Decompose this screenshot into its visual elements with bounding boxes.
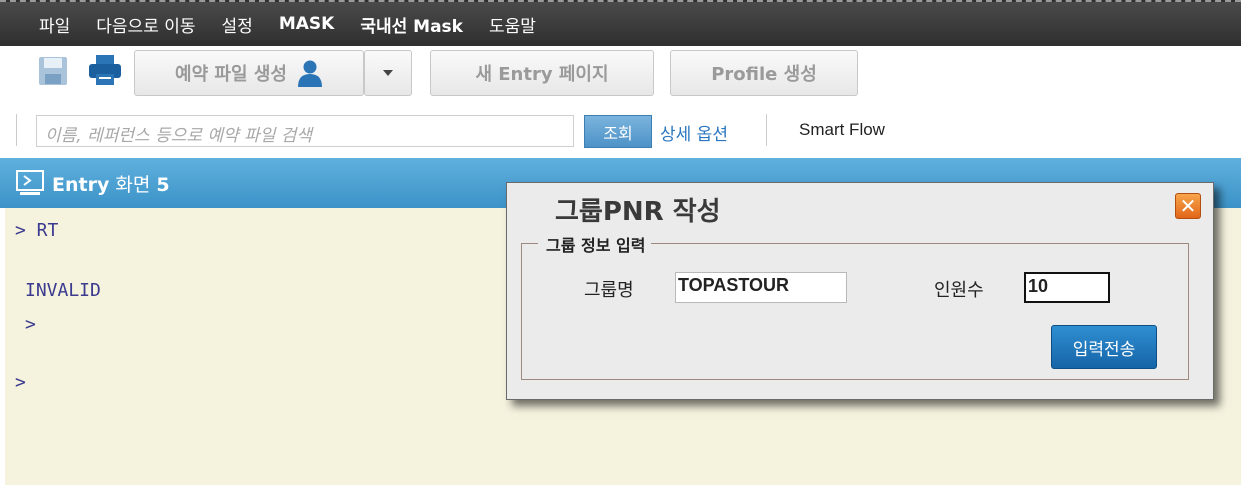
reservation-dropdown-button[interactable] — [364, 50, 412, 96]
group-info-legend: 그룹 정보 입력 — [538, 232, 652, 256]
print-icon[interactable] — [88, 54, 122, 86]
smart-flow-link[interactable]: Smart Flow — [799, 120, 885, 140]
menu-bar: 파일 다음으로 이동 설정 MASK 국내선 Mask 도움말 — [0, 0, 1241, 46]
advanced-options-link[interactable]: 상세 옵션 — [660, 120, 728, 145]
terminal-line: INVALID — [25, 280, 101, 301]
search-input[interactable]: 이름, 레퍼런스 등으로 예약 파일 검색 — [36, 115, 574, 147]
save-icon[interactable] — [38, 56, 68, 86]
entry-title-number: 5 — [156, 173, 170, 196]
divider — [16, 114, 17, 146]
menu-settings[interactable]: 설정 — [209, 12, 266, 37]
count-label: 인원수 — [934, 280, 984, 301]
terminal-line: > RT — [15, 220, 59, 241]
menu-goto[interactable]: 다음으로 이동 — [83, 12, 208, 37]
terminal-icon — [16, 170, 44, 195]
caret-down-icon — [383, 70, 393, 76]
menu-file[interactable]: 파일 — [26, 12, 83, 37]
entry-title-mid: 화면 — [109, 173, 157, 196]
count-input[interactable]: 10 — [1024, 272, 1110, 303]
search-button[interactable]: 조회 — [584, 115, 652, 148]
menu-domestic-mask[interactable]: 국내선 Mask — [347, 12, 476, 37]
group-info-fieldset: 그룹 정보 입력 그룹명 TOPASTOUR 인원수 10 입력전송 — [521, 232, 1189, 380]
person-icon — [297, 60, 322, 87]
terminal-line: > — [15, 372, 26, 393]
submit-button[interactable]: 입력전송 — [1051, 325, 1157, 369]
entry-title: Entry 화면 5 — [52, 170, 170, 197]
close-button[interactable]: ✕ — [1175, 193, 1201, 219]
close-icon: ✕ — [1179, 194, 1197, 218]
group-pnr-dialog: 그룹PNR 작성 ✕ 그룹 정보 입력 그룹명 TOPASTOUR 인원수 10… — [506, 182, 1214, 400]
new-entry-page-button[interactable]: 새 Entry 페이지 — [430, 50, 654, 96]
menu-mask[interactable]: MASK — [266, 14, 348, 34]
entry-title-bold: Entry — [52, 173, 110, 196]
group-name-input[interactable]: TOPASTOUR — [675, 272, 847, 303]
search-toolbar: 이름, 레퍼런스 등으로 예약 파일 검색 조회 상세 옵션 Smart Flo… — [0, 102, 1241, 158]
create-profile-button[interactable]: Profile 생성 — [670, 50, 858, 96]
dialog-title: 그룹PNR 작성 — [555, 197, 721, 227]
create-reservation-label: 예약 파일 생성 — [175, 64, 287, 85]
create-reservation-button[interactable]: 예약 파일 생성 — [134, 50, 364, 96]
terminal-line: > — [25, 314, 36, 335]
main-toolbar: 예약 파일 생성 새 Entry 페이지 Profile 생성 — [0, 46, 1241, 102]
menu-help[interactable]: 도움말 — [476, 12, 549, 37]
group-name-label: 그룹명 — [584, 280, 634, 301]
divider — [766, 114, 767, 146]
